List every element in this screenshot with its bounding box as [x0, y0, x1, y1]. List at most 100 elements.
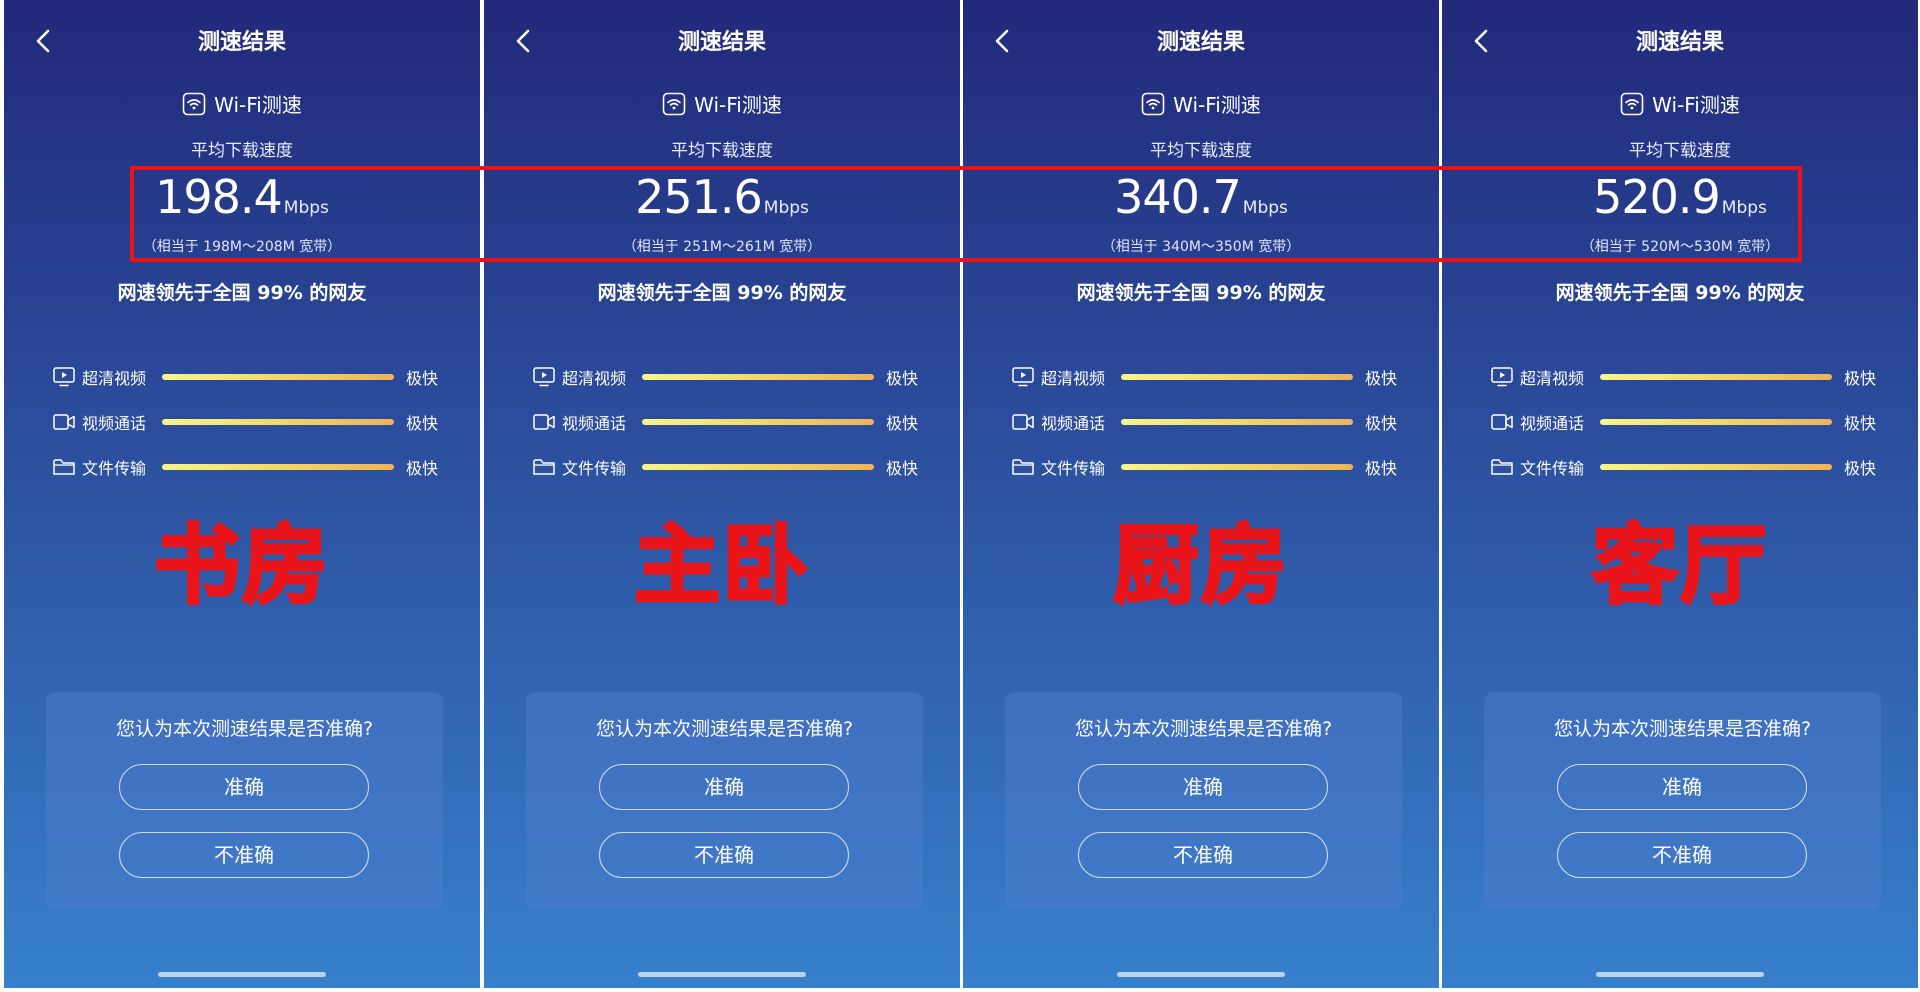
metric-label: 超清视频 [82, 368, 147, 388]
inaccurate-button[interactable]: 不准确 [1557, 832, 1807, 878]
room-label: 主卧 [633, 515, 810, 618]
speed-result-panel-3: 测速结果 Wi-Fi测速 平均下载速度 340.7 Mbps （相当于 340M～350M… [963, 0, 1439, 988]
metric-bar [162, 463, 394, 470]
metric-bar-fill [642, 463, 874, 470]
metric-list: 超清视频 极快 视频通话 极快 文件传输 极快 [532, 354, 922, 489]
wifi-icon [182, 92, 206, 116]
metric-row: 视频通话 极快 [52, 399, 442, 444]
video-play-icon [52, 366, 76, 388]
inaccurate-button[interactable]: 不准确 [1078, 832, 1328, 878]
feedback-card: 您认为本次测速结果是否准确? 准确不准确 [1005, 692, 1402, 910]
speed-unit: Mbps [283, 198, 329, 218]
wifi-test-label: Wi-Fi测速 [4, 89, 480, 118]
metric-rating: 极快 [1365, 458, 1398, 478]
metric-bar [162, 418, 394, 425]
metric-row: 文件传输 极快 [1490, 444, 1880, 489]
metric-label: 视频通话 [1041, 413, 1106, 433]
accurate-button[interactable]: 准确 [119, 764, 369, 810]
wifi-test-label: Wi-Fi测速 [484, 89, 960, 118]
wifi-test-label: Wi-Fi测速 [963, 89, 1439, 118]
accurate-button[interactable]: 准确 [1078, 764, 1328, 810]
home-indicator [1117, 972, 1285, 977]
metric-row: 超清视频 极快 [1011, 354, 1401, 399]
metric-row: 视频通话 极快 [532, 399, 922, 444]
metric-row: 视频通话 极快 [1490, 399, 1880, 444]
metric-row: 文件传输 极快 [1011, 444, 1401, 489]
broadband-equivalent: （相当于 198M～208M 宽带） [142, 239, 342, 255]
metric-bar [642, 418, 874, 425]
folder-icon [1490, 456, 1514, 478]
metric-bar-fill [162, 373, 394, 380]
ranking-text: 网速领先于全国 99% 的网友 [117, 282, 367, 304]
video-camera-icon [1490, 411, 1514, 433]
metric-bar [162, 373, 394, 380]
metric-row: 超清视频 极快 [1490, 354, 1880, 399]
video-play-icon [532, 366, 556, 388]
ranking-text: 网速领先于全国 99% 的网友 [1076, 282, 1326, 304]
metric-bar [1121, 373, 1353, 380]
metric-row: 视频通话 极快 [1011, 399, 1401, 444]
feedback-question: 您认为本次测速结果是否准确? [595, 718, 854, 740]
feedback-question: 您认为本次测速结果是否准确? [1553, 718, 1812, 740]
avg-download-label: 平均下载速度 [191, 141, 293, 161]
page-title: 测速结果 [1635, 30, 1724, 55]
metric-list: 超清视频 极快 视频通话 极快 文件传输 极快 [1011, 354, 1401, 489]
inaccurate-button[interactable]: 不准确 [599, 832, 849, 878]
metric-bar [1121, 418, 1353, 425]
metric-bar-fill [1600, 463, 1832, 470]
page-title: 测速结果 [677, 30, 766, 55]
metric-label: 超清视频 [1041, 368, 1106, 388]
avg-download-label: 平均下载速度 [671, 141, 773, 161]
feedback-card: 您认为本次测速结果是否准确? 准确不准确 [526, 692, 923, 910]
inaccurate-button[interactable]: 不准确 [119, 832, 369, 878]
metric-bar [1600, 373, 1832, 380]
metric-label: 超清视频 [1520, 368, 1585, 388]
wifi-icon [1141, 92, 1165, 116]
metric-bar [1600, 418, 1832, 425]
accurate-button[interactable]: 准确 [599, 764, 849, 810]
metric-label: 视频通话 [1520, 413, 1585, 433]
accurate-button[interactable]: 准确 [1557, 764, 1807, 810]
feedback-card: 您认为本次测速结果是否准确? 准确 不准确 [46, 692, 443, 910]
wifi-icon [662, 92, 686, 116]
metric-rating: 极快 [406, 413, 439, 433]
metric-bar-fill [162, 463, 394, 470]
room-label: 客厅 [1591, 515, 1768, 618]
metric-row: 超清视频 极快 [532, 354, 922, 399]
ranking-text: 网速领先于全国 99% 的网友 [1555, 282, 1805, 304]
metric-row: 文件传输 极快 [52, 444, 442, 489]
speed-value: 251.6 [635, 170, 763, 224]
video-camera-icon [1011, 411, 1035, 433]
wifi-test-text: Wi-Fi测速 [1173, 93, 1261, 117]
metric-rating: 极快 [1365, 413, 1398, 433]
home-indicator [158, 972, 326, 977]
metric-label: 文件传输 [1520, 458, 1585, 478]
metric-label: 超清视频 [562, 368, 627, 388]
video-camera-icon [52, 411, 76, 433]
wifi-test-text: Wi-Fi测速 [1652, 93, 1740, 117]
download-speed: 520.9 Mbps [1442, 170, 1918, 224]
download-speed: 340.7 Mbps [963, 170, 1439, 224]
metric-label: 文件传输 [82, 458, 147, 478]
metric-row: 文件传输 极快 [532, 444, 922, 489]
feedback-question: 您认为本次测速结果是否准确? [1074, 718, 1333, 740]
metric-rating: 极快 [1844, 368, 1877, 388]
metric-label: 文件传输 [562, 458, 627, 478]
metric-bar-fill [642, 373, 874, 380]
speed-value: 340.7 [1114, 170, 1242, 224]
metric-rating: 极快 [406, 458, 439, 478]
home-indicator [638, 972, 806, 977]
home-indicator [1596, 972, 1764, 977]
video-play-icon [1011, 366, 1035, 388]
metric-bar-fill [642, 418, 874, 425]
page-title: 测速结果 [197, 30, 286, 55]
wifi-test-label: Wi-Fi测速 [1442, 89, 1918, 118]
metric-rating: 极快 [886, 413, 919, 433]
metric-bar [1600, 463, 1832, 470]
metric-bar-fill [1121, 373, 1353, 380]
folder-icon [1011, 456, 1035, 478]
room-label: 书房 [153, 515, 330, 618]
metric-rating: 极快 [406, 368, 439, 388]
feedback-card: 您认为本次测速结果是否准确? 准确不准确 [1484, 692, 1881, 910]
metric-label: 视频通话 [82, 413, 147, 433]
